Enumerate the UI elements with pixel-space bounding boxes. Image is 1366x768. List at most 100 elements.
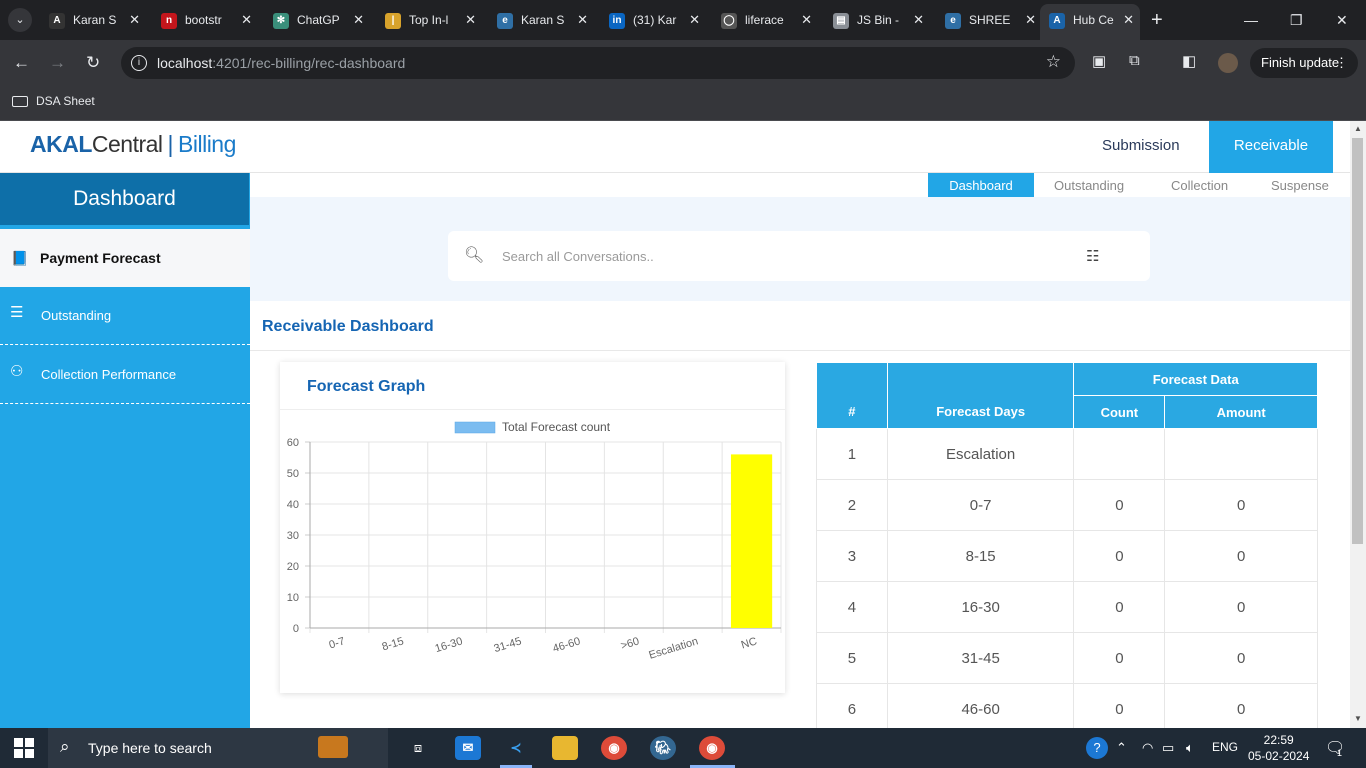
edge-icon: e	[945, 12, 961, 29]
browser-tab[interactable]: A Karan S ✕	[40, 6, 146, 34]
url-host: localhost	[157, 55, 213, 71]
help-icon[interactable]: ?	[1086, 737, 1108, 759]
browser-tab[interactable]: e SHREE ✕	[936, 6, 1042, 34]
cell-num: 6	[816, 683, 888, 728]
mail-icon[interactable]: ✉	[455, 736, 481, 760]
cell-count: 0	[1073, 632, 1166, 684]
vscode-icon[interactable]: ≺	[503, 736, 529, 760]
browser-tab[interactable]: A Hub Ce ✕	[1040, 4, 1140, 40]
bookmarks-bar: DSA Sheet	[0, 86, 1366, 121]
reload-icon[interactable]: ↻	[86, 52, 100, 74]
taskbar-search-box[interactable]: ⌕ Type here to search	[48, 728, 388, 768]
close-tab-icon[interactable]: ✕	[465, 6, 476, 34]
tab-label: bootstr	[185, 13, 222, 27]
browser-tab[interactable]: ◯ liferace ✕	[712, 6, 818, 34]
tab-label: Hub Ce	[1073, 13, 1114, 27]
new-tab-plus-icon[interactable]: +	[1151, 8, 1163, 32]
page-content: AKALCentral | Billing Submission Receivabl…	[0, 121, 1350, 728]
scroll-up-arrow-icon[interactable]: ▲	[1354, 124, 1362, 133]
tab-search-chevron-icon[interactable]: ⌄	[8, 8, 32, 32]
sidebar-item-payment-forecast[interactable]: 📘 Payment Forecast	[0, 229, 250, 287]
filter-sliders-icon[interactable]: ☷	[1086, 247, 1099, 265]
tab-dashboard[interactable]: Dashboard	[928, 173, 1034, 198]
address-bar[interactable]: i localhost:4201/rec-billing/rec-dashboa…	[121, 47, 1075, 79]
tray-chevron-up-icon[interactable]: ⌃	[1116, 740, 1127, 756]
tab-label: ChatGP	[297, 13, 340, 27]
col-header-forecast-data: Forecast Data	[1073, 362, 1318, 396]
search-input[interactable]: 🔍︎ Search all Conversations.. ☷	[448, 231, 1150, 281]
scrollbar-thumb[interactable]	[1352, 138, 1363, 544]
app-logo[interactable]: AKALCentral | Billing	[30, 131, 236, 158]
cell-days: 0-7	[886, 479, 1075, 531]
browser-tab[interactable]: | Top In-l ✕	[376, 6, 482, 34]
clock-time: 22:59	[1263, 733, 1294, 747]
extensions-puzzle-icon[interactable]: ⧉	[1129, 52, 1140, 69]
file-explorer-icon[interactable]	[552, 736, 578, 760]
browser-tab[interactable]: in (31) Kar ✕	[600, 6, 706, 34]
close-tab-icon[interactable]: ✕	[801, 6, 812, 34]
close-tab-icon[interactable]: ✕	[353, 6, 364, 34]
close-tab-icon[interactable]: ✕	[1025, 6, 1036, 34]
tab-suspense[interactable]: Suspense	[1251, 173, 1349, 198]
nav-receivable[interactable]: Receivable	[1209, 121, 1333, 173]
task-view-icon[interactable]: ⧈	[405, 736, 431, 760]
system-clock[interactable]: 22:59 05-02-2024	[1248, 732, 1309, 764]
close-tab-icon[interactable]: ✕	[689, 6, 700, 34]
tab-label: (31) Kar	[633, 13, 677, 27]
clock-date: 05-02-2024	[1248, 749, 1310, 763]
sidebar-item-collection-performance[interactable]: ⚇ Collection Performance	[0, 346, 250, 404]
tab-search-icon[interactable]: ▣	[1092, 52, 1106, 70]
col-header-num: #	[816, 362, 888, 429]
bookmark-icon: |	[385, 12, 401, 29]
table-row: 6 46-60 0 0	[816, 683, 1318, 728]
site-info-icon[interactable]: i	[131, 55, 147, 71]
close-tab-icon[interactable]: ✕	[129, 6, 140, 34]
search-placeholder: Search all Conversations..	[502, 249, 654, 264]
notification-count: 1	[1337, 748, 1343, 758]
browser-tab[interactable]: e Karan S ✕	[488, 6, 594, 34]
side-panel-icon[interactable]: ◧	[1182, 52, 1196, 70]
tab-collection[interactable]: Collection	[1151, 173, 1248, 198]
cell-amount: 0	[1164, 683, 1318, 728]
sidebar-item-outstanding[interactable]: ☰ Outstanding	[0, 287, 250, 345]
notification-icon[interactable]: 🗨︎	[1325, 738, 1345, 758]
scroll-down-arrow-icon[interactable]: ▼	[1354, 714, 1362, 723]
x-tick-label: Escalation	[648, 635, 700, 661]
tab-label: Karan S	[521, 13, 565, 27]
logo-central: Central	[91, 131, 163, 157]
tab-outstanding[interactable]: Outstanding	[1034, 173, 1144, 198]
restore-window-icon[interactable]: ❐	[1290, 8, 1303, 32]
chrome-profile-icon[interactable]: ◉	[699, 736, 725, 760]
cell-count: 0	[1073, 581, 1166, 633]
y-tick-label: 30	[287, 530, 299, 542]
browser-tab[interactable]: ✻ ChatGP ✕	[264, 6, 370, 34]
page-title: Receivable Dashboard	[262, 318, 434, 335]
wifi-icon[interactable]: ◠	[1142, 740, 1153, 756]
bookmark-dsa-sheet[interactable]: DSA Sheet	[12, 94, 95, 108]
back-arrow-icon[interactable]: ←	[13, 52, 30, 74]
bookmark-star-icon[interactable]: ☆	[1046, 52, 1061, 72]
browser-tab[interactable]: ▤ JS Bin - ✕	[824, 6, 930, 34]
y-tick-label: 60	[287, 437, 299, 449]
browser-tab[interactable]: n bootstr ✕	[152, 6, 258, 34]
postgres-elephant-icon[interactable]: 🐘︎	[650, 736, 676, 760]
sidebar: Dashboard 📘 Payment Forecast ☰ Outstandi…	[0, 173, 250, 728]
volume-icon[interactable]: 🔈︎	[1186, 740, 1194, 756]
finish-update-button[interactable]: Finish update ⋮	[1250, 48, 1358, 78]
search-icon: 🔍︎	[464, 247, 485, 264]
battery-icon[interactable]: ▭	[1162, 740, 1174, 756]
close-tab-icon[interactable]: ✕	[913, 6, 924, 34]
nav-submission[interactable]: Submission	[1078, 121, 1204, 173]
close-tab-icon[interactable]: ✕	[241, 6, 252, 34]
windows-start-icon[interactable]	[14, 738, 34, 758]
close-tab-icon[interactable]: ✕	[1123, 4, 1134, 36]
user-icon: ⚇	[10, 363, 24, 380]
forward-arrow-icon[interactable]: →	[49, 52, 66, 74]
chrome-icon[interactable]: ◉	[601, 736, 627, 760]
minimize-window-icon[interactable]: —	[1244, 8, 1258, 32]
more-vertical-icon[interactable]: ⋮	[1335, 48, 1348, 78]
close-tab-icon[interactable]: ✕	[577, 6, 588, 34]
profile-avatar[interactable]	[1218, 53, 1238, 73]
close-window-icon[interactable]: ✕	[1336, 8, 1348, 32]
language-indicator[interactable]: ENG	[1212, 740, 1238, 754]
